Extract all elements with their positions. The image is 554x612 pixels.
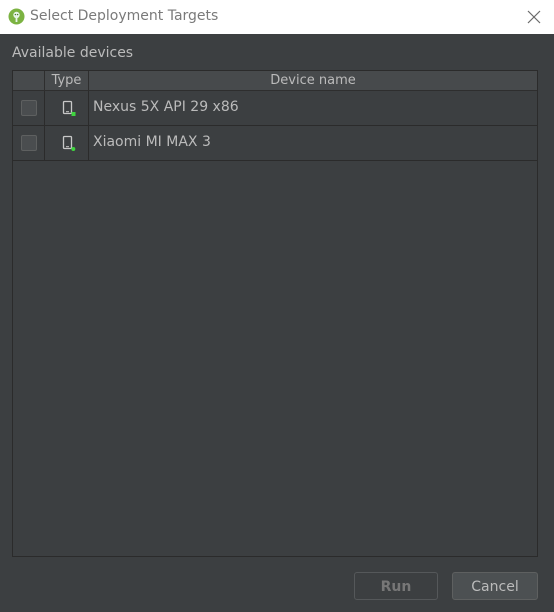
device-checkbox[interactable] [21, 135, 37, 151]
dialog-window: Select Deployment Targets Available devi… [0, 0, 554, 612]
table-row[interactable]: Nexus 5X API 29 x86 [13, 91, 537, 126]
run-button[interactable]: Run [354, 572, 438, 600]
table-header: Type Device name [13, 71, 537, 91]
select-cell [13, 126, 45, 160]
window-title: Select Deployment Targets [30, 8, 219, 24]
title-bar: Select Deployment Targets [0, 0, 554, 34]
available-devices-label: Available devices [12, 45, 134, 61]
select-cell [13, 91, 45, 125]
phone-device-icon [62, 100, 76, 116]
type-cell [45, 91, 89, 125]
table-row[interactable]: Xiaomi MI MAX 3 [13, 126, 537, 161]
device-name-cell: Nexus 5X API 29 x86 [89, 91, 537, 125]
device-name-cell: Xiaomi MI MAX 3 [89, 126, 537, 160]
device-name: Xiaomi MI MAX 3 [93, 134, 211, 150]
close-icon[interactable] [524, 7, 544, 27]
device-checkbox[interactable] [21, 100, 37, 116]
type-cell [45, 126, 89, 160]
devices-table: Type Device name Nexus 5X API 29 x86 Xia… [12, 70, 538, 557]
android-studio-icon [8, 8, 25, 25]
phone-device-icon [62, 135, 76, 151]
column-header-type[interactable]: Type [45, 71, 89, 90]
column-header-select[interactable] [13, 71, 45, 90]
column-header-device-name[interactable]: Device name [89, 71, 537, 90]
cancel-button[interactable]: Cancel [452, 572, 538, 600]
device-name: Nexus 5X API 29 x86 [93, 99, 239, 115]
